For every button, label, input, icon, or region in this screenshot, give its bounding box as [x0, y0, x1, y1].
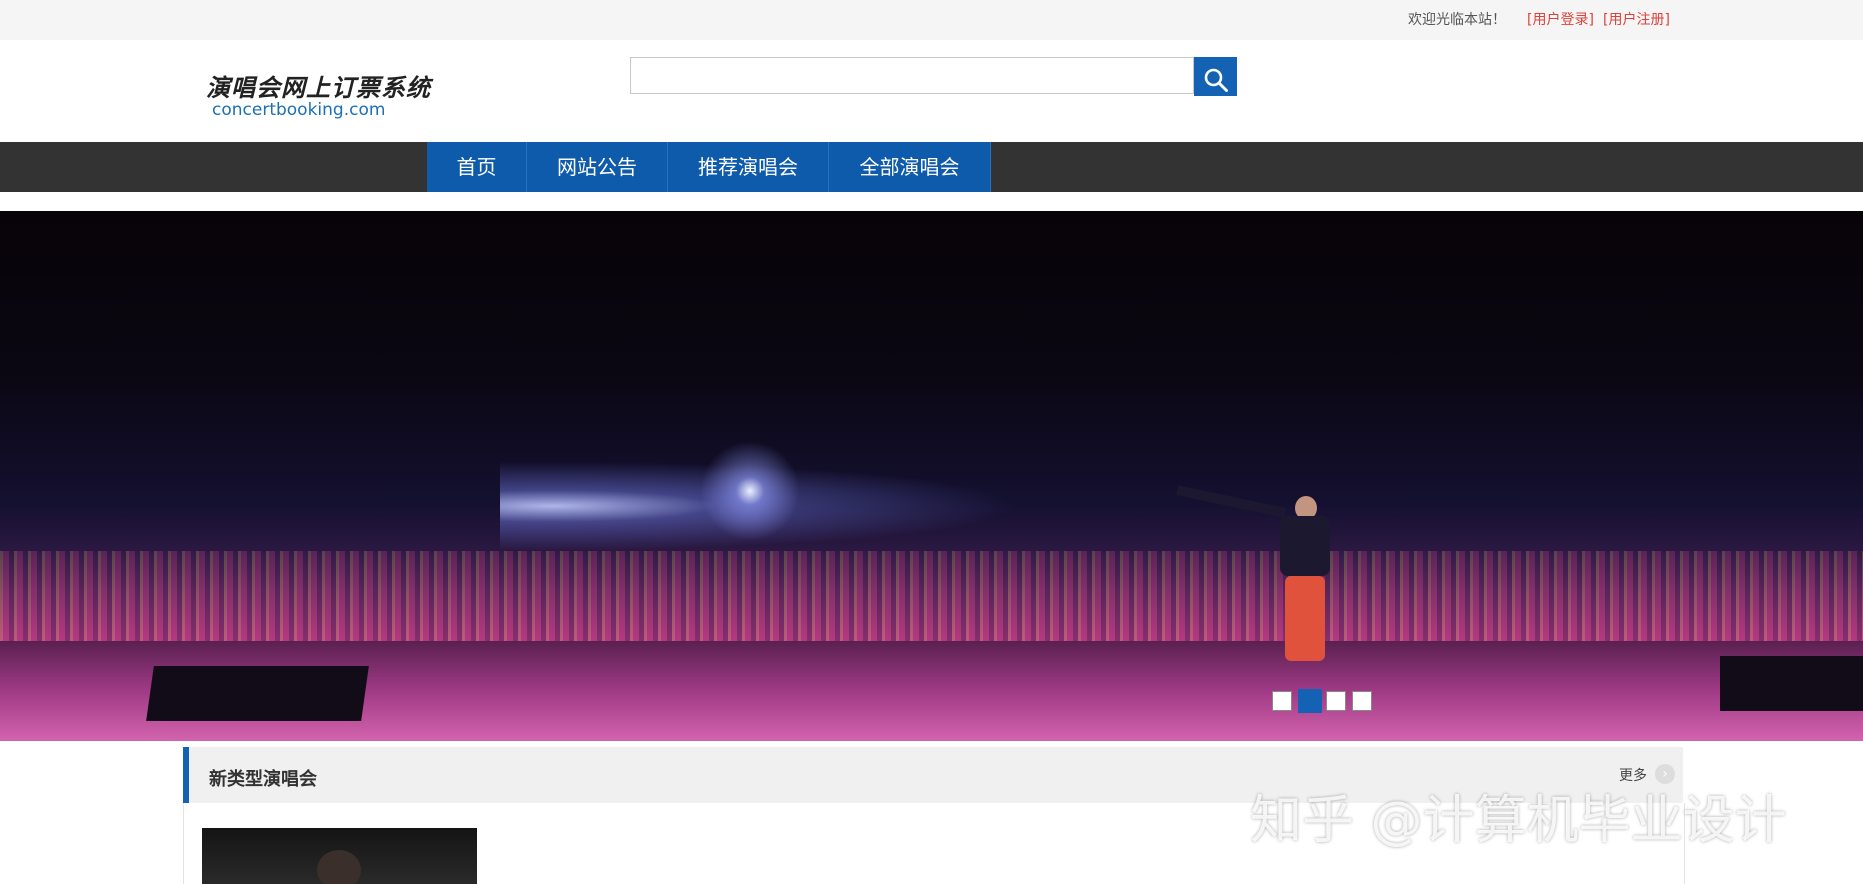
- speaker-left: [146, 666, 369, 721]
- welcome-text: 欢迎光临本站！: [1408, 12, 1506, 28]
- search-input[interactable]: [630, 57, 1194, 94]
- thumbnail-person: [317, 850, 361, 884]
- logo-domain: concertbooking.com: [212, 100, 386, 120]
- search-button[interactable]: [1194, 57, 1237, 96]
- nav-item-all-concerts[interactable]: 全部演唱会: [829, 142, 991, 192]
- main-nav: 首页 网站公告 推荐演唱会 全部演唱会: [0, 142, 1863, 192]
- login-link[interactable]: [用户登录]: [1527, 9, 1594, 29]
- nav-item-home[interactable]: 首页: [427, 142, 527, 192]
- carousel-dot-3[interactable]: [1326, 691, 1346, 711]
- stage-light-flare: [700, 441, 800, 541]
- speaker-right: [1720, 656, 1863, 711]
- carousel-dot-4[interactable]: [1352, 691, 1372, 711]
- logo-title: 演唱会网上订票系统: [206, 73, 431, 102]
- performer-legs: [1285, 576, 1325, 661]
- register-link[interactable]: [用户注册]: [1603, 9, 1670, 29]
- concert-thumbnail[interactable]: [202, 828, 477, 884]
- performer-figure: [1176, 485, 1340, 666]
- site-logo[interactable]: 演唱会网上订票系统 concertbooking.com: [206, 64, 430, 124]
- section-title: 新类型演唱会: [209, 769, 317, 790]
- watermark: 知乎 @计算机毕业设计: [1250, 791, 1787, 851]
- carousel-dot-1[interactable]: [1272, 691, 1292, 711]
- performer-arm: [1176, 485, 1287, 518]
- search-icon: [1204, 68, 1228, 92]
- top-bar: 欢迎光临本站！ [用户登录] [用户注册]: [0, 0, 1863, 40]
- nav-item-announcements[interactable]: 网站公告: [527, 142, 668, 192]
- nav-item-recommended[interactable]: 推荐演唱会: [668, 142, 829, 192]
- carousel-dot-2[interactable]: [1298, 689, 1322, 713]
- performer-body: [1280, 516, 1330, 576]
- hero-banner[interactable]: [0, 211, 1863, 741]
